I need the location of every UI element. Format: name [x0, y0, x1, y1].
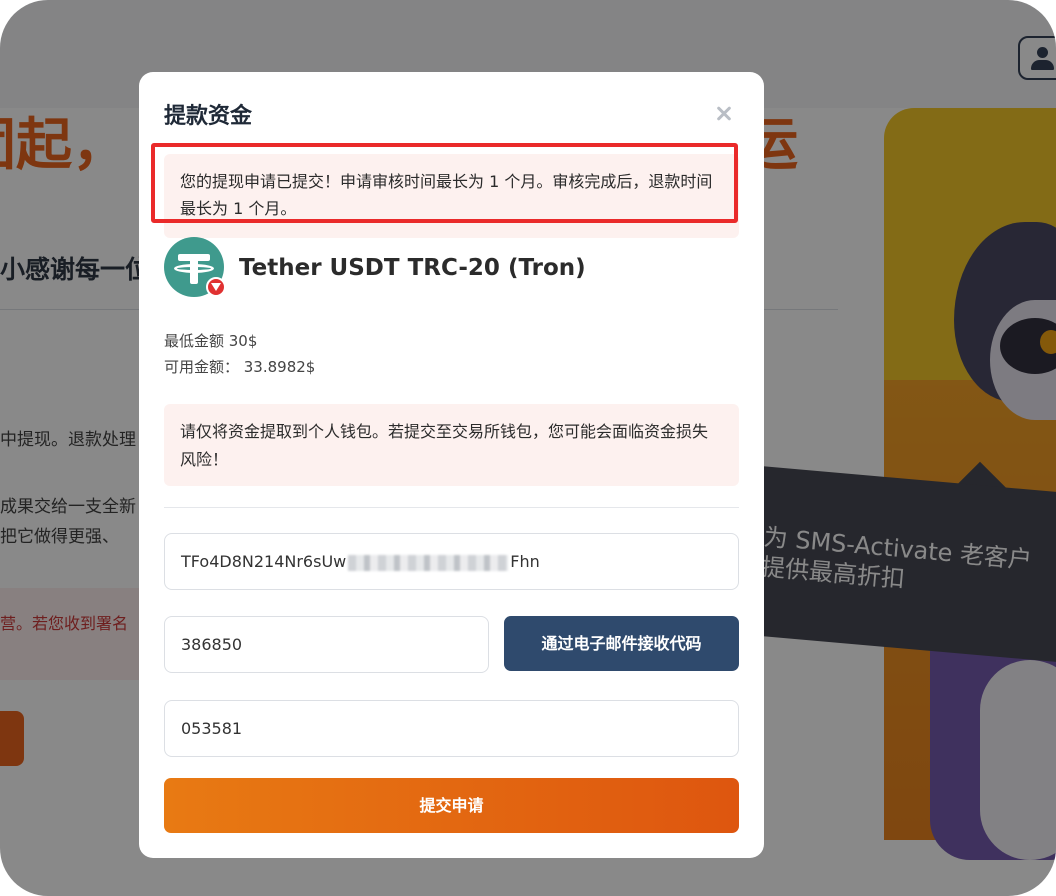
verification-code-value: 053581 — [181, 719, 243, 738]
wallet-address-prefix: TFo4D8N214Nr6sUw — [181, 552, 347, 571]
wallet-warning: 请仅将资金提取到个人钱包。若提交至交易所钱包，您可能会面临资金损失风险！ — [164, 404, 739, 486]
withdraw-modal: 提款资金 您的提现申请已提交！申请审核时间最长为 1 个月。审核完成后，退款时间… — [139, 72, 764, 858]
email-code-input[interactable]: 386850 — [164, 616, 489, 673]
wallet-warning-text: 请仅将资金提取到个人钱包。若提交至交易所钱包，您可能会面临资金损失风险！ — [180, 422, 709, 469]
close-icon[interactable] — [711, 100, 739, 128]
wallet-address-input[interactable]: TFo4D8N214Nr6sUw Fhn — [164, 533, 739, 590]
wallet-address-suffix: Fhn — [510, 552, 540, 571]
coin-name: Tether USDT TRC-20 (Tron) — [239, 255, 586, 281]
email-code-value: 386850 — [181, 635, 243, 654]
tron-icon — [206, 277, 226, 297]
available-amount: 可用金额： 33.8982$ — [164, 358, 316, 376]
submit-request-button[interactable]: 提交申请 — [164, 778, 739, 833]
modal-divider — [164, 507, 739, 508]
modal-title: 提款资金 — [164, 104, 253, 129]
success-notice: 您的提现申请已提交！申请审核时间最长为 1 个月。审核完成后，退款时间最长为 1… — [164, 154, 739, 238]
send-email-code-button[interactable]: 通过电子邮件接收代码 — [504, 616, 739, 671]
browser-window: 团起， 运 小感谢每一位 中提现。退款处理 成果交给一支全新 把它做得更强、 营… — [0, 0, 1056, 896]
redacted-address — [348, 554, 509, 571]
min-amount: 最低金额 30$ — [164, 332, 258, 350]
success-notice-text: 您的提现申请已提交！申请审核时间最长为 1 个月。审核完成后，退款时间最长为 1… — [180, 172, 713, 218]
verification-code-input[interactable]: 053581 — [164, 700, 739, 757]
